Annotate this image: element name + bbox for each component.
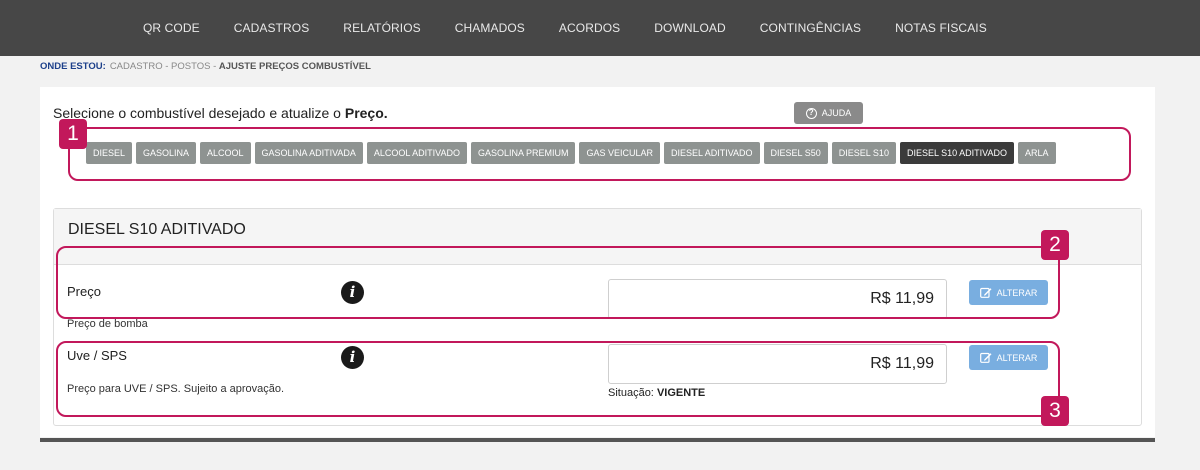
nav-item-download[interactable]: DOWNLOAD [654,21,725,35]
annotation-box-2 [56,246,1060,319]
nav-item-notas-fiscais[interactable]: NOTAS FISCAIS [895,21,987,35]
instruction-text-bold: Preço. [344,105,388,121]
footer-divider [40,438,1155,442]
nav-item-cadastros[interactable]: CADASTROS [234,21,310,35]
nav-item-qr-code[interactable]: QR CODE [143,21,200,35]
nav-item-chamados[interactable]: CHAMADOS [455,21,525,35]
annotation-badge-3: 3 [1041,396,1069,426]
main-menu: QR CODE CADASTROS RELATÓRIOS CHAMADOS AC… [126,0,1021,56]
breadcrumb-label: ONDE ESTOU: [40,61,106,72]
help-button-label: AJUDA [821,108,852,118]
breadcrumb-current: AJUSTE PREÇOS COMBUSTÍVEL [218,61,371,72]
question-circle-icon: ? [805,107,817,119]
nav-item-acordos[interactable]: ACORDOS [559,21,620,35]
preco-description: Preço de bomba [67,318,148,330]
breadcrumb: ONDE ESTOU: CADASTRO - POSTOS - AJUSTE PR… [40,61,371,72]
instruction-text: Selecione o combustível desejado e atual… [53,105,388,121]
annotation-badge-2: 2 [1041,230,1069,260]
breadcrumb-path[interactable]: CADASTRO - POSTOS - [110,61,219,72]
panel-title: DIESEL S10 ADITIVADO [68,221,246,238]
annotation-badge-1: 1 [59,119,87,149]
nav-item-contingencias[interactable]: CONTINGÊNCIAS [760,21,861,35]
top-navigation-bar: QR CODE CADASTROS RELATÓRIOS CHAMADOS AC… [0,0,1200,56]
nav-item-relatorios[interactable]: RELATÓRIOS [343,21,420,35]
help-button[interactable]: ? AJUDA [794,102,863,124]
instruction-text-body: Selecione o combustível desejado e atual… [53,105,345,121]
annotation-box-1 [68,127,1131,181]
annotation-box-3 [56,341,1060,417]
